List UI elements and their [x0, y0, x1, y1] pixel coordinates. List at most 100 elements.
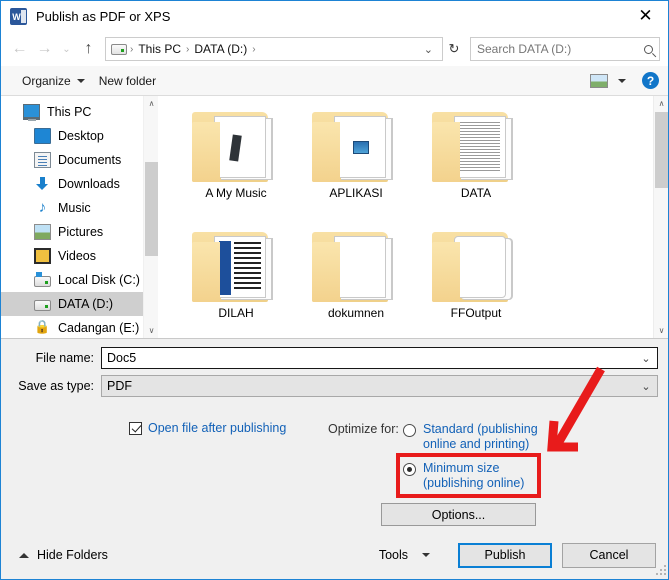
folder-thumbnail: [334, 236, 386, 298]
sidebar-item-this-pc[interactable]: This PC: [1, 100, 143, 124]
chevron-down-icon[interactable]: ⌄: [635, 380, 657, 393]
sidebar-scrollbar[interactable]: ∧ ∨: [143, 96, 158, 338]
folder-icon: [308, 226, 404, 304]
folder-thumbnail: [334, 116, 386, 178]
radio-standard-line2: online and printing): [423, 437, 530, 451]
search-placeholder: Search DATA (D:): [477, 42, 572, 56]
view-dropdown-icon[interactable]: [618, 78, 626, 83]
drive-icon: [111, 43, 127, 55]
sidebar-item-cadangan-e[interactable]: 🔒 Cadangan (E:): [1, 316, 143, 338]
list-item[interactable]: dokumnen: [296, 226, 416, 338]
computer-icon: [23, 104, 40, 121]
file-name: DILAH: [218, 306, 254, 320]
organize-button[interactable]: Organize: [15, 71, 92, 91]
radio-icon[interactable]: [403, 463, 416, 476]
list-item[interactable]: DATA: [416, 106, 536, 226]
radio-minimum-size[interactable]: Minimum size (publishing online): [403, 461, 524, 491]
options-button[interactable]: Options...: [381, 503, 536, 526]
sidebar-scroll-up-icon[interactable]: ∧: [144, 96, 159, 111]
file-scroll-down-icon[interactable]: ∨: [654, 323, 668, 338]
file-name: FFOutput: [450, 306, 502, 320]
list-item[interactable]: APLIKASI: [296, 106, 416, 226]
breadcrumb-separator: ›: [252, 43, 256, 55]
sidebar-item-pictures[interactable]: Pictures: [1, 220, 143, 244]
sidebar-item-downloads[interactable]: Downloads: [1, 172, 143, 196]
sidebar-item-local-disk-c[interactable]: Local Disk (C:): [1, 268, 143, 292]
folder-icon: MP3: [428, 226, 524, 304]
breadcrumb-separator: ›: [186, 43, 190, 55]
sidebar-item-label: Videos: [58, 249, 96, 263]
folder-icon: [308, 106, 404, 184]
checkbox-icon[interactable]: [129, 421, 142, 435]
hide-folders-button[interactable]: Hide Folders: [19, 548, 108, 562]
list-item[interactable]: DILAH: [176, 226, 296, 338]
file-list-scrollbar[interactable]: ∧ ∨: [653, 96, 668, 338]
help-icon[interactable]: ?: [642, 72, 659, 89]
up-button[interactable]: ↑: [76, 36, 101, 62]
save-as-type-row: Save as type: PDF ⌄: [11, 375, 658, 397]
downloads-icon: [34, 176, 51, 192]
command-toolbar: Organize New folder ?: [1, 66, 668, 96]
refresh-icon[interactable]: ↻: [443, 38, 465, 60]
folder-thumbnail: [214, 116, 266, 178]
navigation-pane: This PC Desktop Documents Downloads ♪ Mu…: [1, 96, 143, 338]
file-name: A My Music: [205, 186, 267, 200]
sidebar-item-documents[interactable]: Documents: [1, 148, 143, 172]
drive-icon: [34, 300, 51, 311]
sidebar-item-label: Local Disk (C:): [58, 273, 140, 287]
radio-icon[interactable]: [403, 424, 416, 437]
address-dropdown-icon[interactable]: ⌄: [417, 43, 440, 56]
forward-button[interactable]: →: [32, 36, 57, 62]
sidebar-scroll-thumb[interactable]: [145, 162, 158, 256]
file-name: dokumnen: [327, 306, 385, 320]
publish-button[interactable]: Publish: [458, 542, 552, 568]
open-file-after-publishing-label: Open file after publishing: [148, 421, 287, 435]
publish-as-pdf-dialog: W Publish as PDF or XPS ✕ ← → ⌄ ↑ › This…: [0, 0, 669, 580]
radio-standard[interactable]: Standard (publishing online and printing…: [403, 422, 538, 452]
sidebar-item-desktop[interactable]: Desktop: [1, 124, 143, 148]
list-item[interactable]: MP3 FFOutput: [416, 226, 536, 338]
folder-thumbnail: [214, 236, 266, 298]
new-folder-button[interactable]: New folder: [92, 71, 163, 91]
dialog-footer: Hide Folders Tools Publish Cancel: [1, 531, 668, 579]
documents-icon: [34, 152, 51, 168]
address-bar[interactable]: › This PC › DATA (D:) › ⌄: [105, 37, 443, 61]
sidebar-item-videos[interactable]: Videos: [1, 244, 143, 268]
options-section: Open file after publishing Optimize for:…: [1, 403, 668, 533]
sidebar-item-label: This PC: [47, 105, 92, 119]
list-item[interactable]: A My Music: [176, 106, 296, 226]
file-scroll-thumb[interactable]: [655, 112, 668, 188]
close-icon[interactable]: ✕: [623, 1, 668, 31]
pictures-icon: [34, 224, 51, 240]
videos-icon: [34, 248, 51, 264]
recent-locations-icon[interactable]: ⌄: [57, 36, 76, 62]
save-as-type-select[interactable]: PDF ⌄: [101, 375, 658, 397]
back-button[interactable]: ←: [7, 36, 32, 62]
file-name-row: File name: Doc5 ⌄: [11, 347, 658, 369]
sidebar-scroll-down-icon[interactable]: ∨: [144, 323, 159, 338]
view-icon[interactable]: [590, 73, 608, 88]
open-file-after-publishing-checkbox[interactable]: Open file after publishing: [129, 421, 286, 435]
search-input[interactable]: Search DATA (D:): [470, 37, 660, 61]
file-scroll-up-icon[interactable]: ∧: [654, 96, 668, 111]
tools-label: Tools: [378, 548, 408, 562]
word-app-icon: W: [10, 8, 27, 25]
desktop-icon: [34, 128, 51, 144]
radio-minimum-line2: (publishing online): [423, 476, 525, 490]
breadcrumb-data-drive[interactable]: DATA (D:): [192, 42, 249, 56]
sidebar-item-data-d[interactable]: DATA (D:): [1, 292, 143, 316]
chevron-down-icon[interactable]: ⌄: [635, 352, 657, 365]
music-icon: ♪: [38, 199, 47, 216]
chevron-down-icon: [422, 553, 430, 557]
tools-button[interactable]: Tools: [371, 544, 438, 566]
chevron-up-icon: [19, 552, 29, 558]
breadcrumb-this-pc[interactable]: This PC: [136, 42, 183, 56]
sidebar-item-music[interactable]: ♪ Music: [1, 196, 143, 220]
radio-minimum-label: Minimum size (publishing online): [423, 461, 524, 491]
file-list[interactable]: A My Music APLIKASI DATA DILAH dokumnen …: [158, 96, 653, 338]
resize-grip[interactable]: [656, 565, 667, 576]
folder-icon: [188, 106, 284, 184]
cancel-button[interactable]: Cancel: [562, 542, 656, 568]
sidebar-item-label: DATA (D:): [58, 297, 114, 311]
file-name-input[interactable]: Doc5 ⌄: [101, 347, 658, 369]
